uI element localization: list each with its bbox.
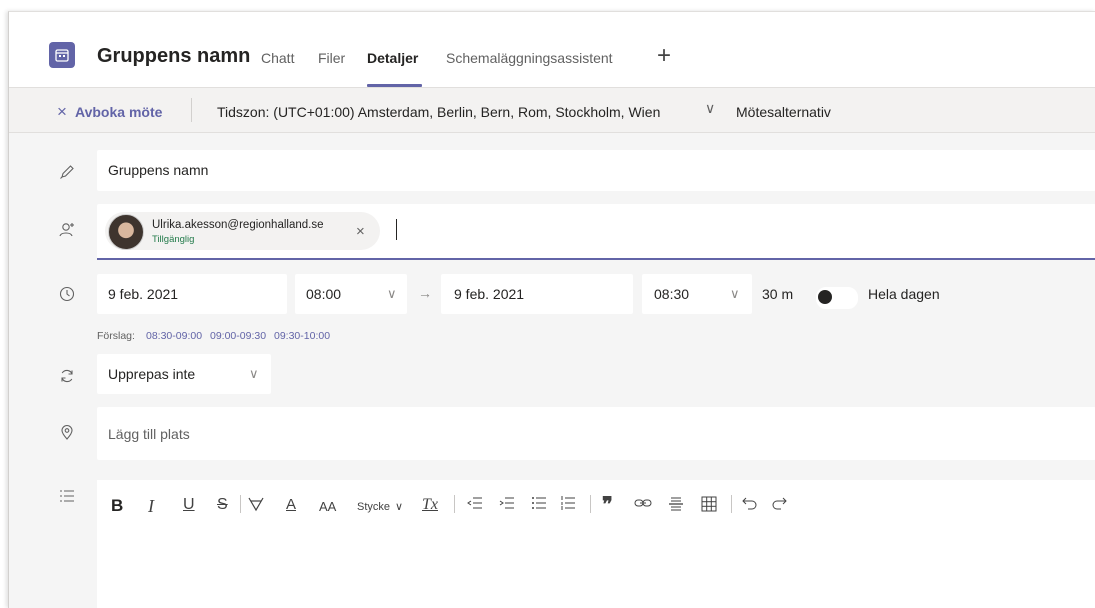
add-tab-button[interactable]: + xyxy=(657,42,671,70)
clear-formatting-button[interactable]: Tx xyxy=(422,496,438,514)
underline-button[interactable]: U xyxy=(183,496,195,514)
attendee-status: Tillgänglig xyxy=(152,234,195,245)
meeting-options-button[interactable]: Mötesalternativ xyxy=(736,104,831,120)
suggestion-link[interactable]: 09:30-10:00 xyxy=(274,330,330,342)
font-size-button[interactable]: AA xyxy=(319,499,336,514)
divider xyxy=(454,495,455,513)
end-time-value[interactable]: 08:30 xyxy=(654,286,689,302)
timezone-selector[interactable]: Tidszon: (UTC+01:00) Amsterdam, Berlin, … xyxy=(217,104,660,120)
details-list-icon xyxy=(57,486,77,506)
chevron-down-icon[interactable]: ∨ xyxy=(387,286,397,302)
location-pin-icon xyxy=(57,422,77,442)
increase-indent-icon[interactable] xyxy=(499,496,515,515)
duration-label: 30 m xyxy=(762,286,794,302)
font-color-button[interactable]: A xyxy=(286,496,296,513)
page-title: Gruppens namn xyxy=(97,45,251,67)
bullet-list-icon[interactable] xyxy=(531,496,547,515)
bold-button[interactable]: B xyxy=(111,496,123,516)
divider xyxy=(731,495,732,513)
meeting-title-field[interactable] xyxy=(97,150,1095,191)
chevron-down-icon[interactable]: ∨ xyxy=(730,286,740,302)
highlight-icon[interactable] xyxy=(247,496,265,517)
end-date-value[interactable]: 9 feb. 2021 xyxy=(454,286,524,302)
cancel-meeting-icon[interactable]: × xyxy=(57,102,67,122)
quote-button[interactable]: ❞ xyxy=(602,492,613,517)
horizontal-rule-icon[interactable] xyxy=(668,496,684,517)
start-time-value[interactable]: 08:00 xyxy=(306,286,341,302)
decrease-indent-icon[interactable] xyxy=(467,496,483,515)
tab-filer[interactable]: Filer xyxy=(318,50,345,66)
redo-icon[interactable] xyxy=(771,496,787,515)
add-person-icon xyxy=(57,220,77,240)
suggestion-link[interactable]: 08:30-09:00 xyxy=(146,330,202,342)
avatar xyxy=(108,214,144,250)
divider xyxy=(191,98,192,122)
paragraph-dropdown[interactable]: Stycke xyxy=(357,501,390,513)
suggestion-link[interactable]: 09:00-09:30 xyxy=(210,330,266,342)
link-icon[interactable] xyxy=(634,496,652,515)
strikethrough-button[interactable]: S xyxy=(217,496,228,514)
remove-attendee-icon[interactable]: × xyxy=(356,223,365,240)
chevron-down-icon[interactable]: ∨ xyxy=(705,100,715,117)
start-date-value[interactable]: 9 feb. 2021 xyxy=(108,286,178,302)
divider xyxy=(240,495,241,513)
cancel-meeting-button[interactable]: Avboka möte xyxy=(75,104,162,120)
calendar-icon xyxy=(49,42,75,68)
location-field[interactable] xyxy=(97,407,1095,460)
repeat-value[interactable]: Upprepas inte xyxy=(108,366,195,382)
chevron-down-icon[interactable]: ∨ xyxy=(395,500,403,513)
repeat-icon xyxy=(57,366,77,386)
pencil-icon xyxy=(57,162,77,182)
tab-detaljer[interactable]: Detaljer xyxy=(367,50,418,66)
text-cursor xyxy=(396,219,397,240)
tab-schemalaggningsassistent[interactable]: Schemaläggningsassistent xyxy=(446,50,613,66)
attendees-focus-underline xyxy=(97,258,1095,260)
table-icon[interactable] xyxy=(701,496,717,517)
undo-icon[interactable] xyxy=(742,496,758,515)
toggle-knob[interactable] xyxy=(818,290,832,304)
tab-chatt[interactable]: Chatt xyxy=(261,50,294,66)
divider xyxy=(590,495,591,513)
italic-button[interactable]: I xyxy=(148,496,154,517)
meeting-title-value[interactable]: Gruppens namn xyxy=(108,162,208,178)
chevron-down-icon[interactable]: ∨ xyxy=(249,366,259,382)
all-day-label: Hela dagen xyxy=(868,286,940,302)
attendee-email: Ulrika.akesson@regionhalland.se xyxy=(152,219,324,231)
meeting-details-window: Gruppens namn Chatt Filer Detaljer Schem… xyxy=(8,11,1095,608)
arrow-right-icon: → xyxy=(418,285,432,301)
clock-icon xyxy=(57,284,77,304)
numbered-list-icon[interactable] xyxy=(560,496,576,515)
active-tab-indicator xyxy=(367,84,422,87)
attendee-chip[interactable] xyxy=(105,212,380,250)
suggestions-label: Förslag: xyxy=(97,330,135,342)
location-placeholder[interactable]: Lägg till plats xyxy=(108,426,190,442)
